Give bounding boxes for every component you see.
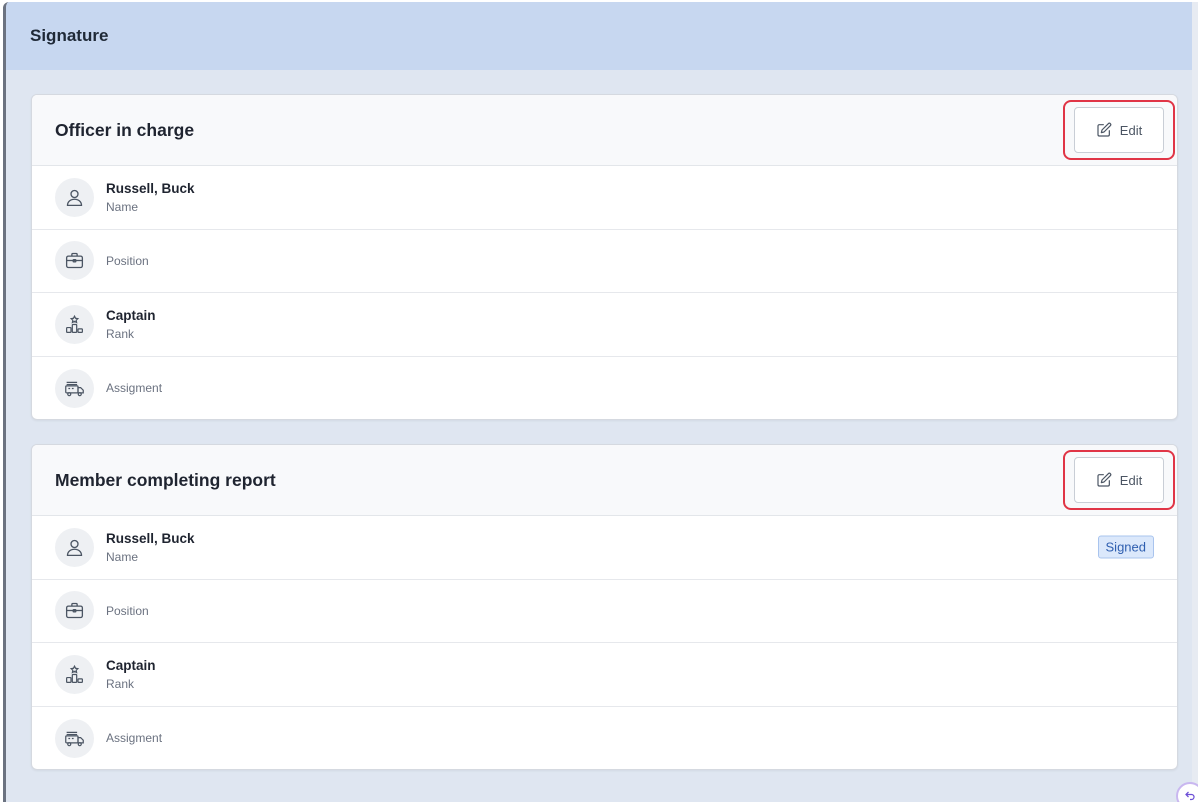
assignment-row: Assigment bbox=[32, 707, 1177, 770]
podium-star-icon bbox=[55, 654, 94, 694]
position-label: Position bbox=[106, 253, 149, 268]
name-row: Russell, Buck Name Signed bbox=[32, 516, 1177, 580]
name-row: Russell, Buck Name bbox=[32, 166, 1177, 230]
rank-value: Captain bbox=[106, 307, 156, 323]
edit-button[interactable]: Edit bbox=[1074, 457, 1164, 503]
rank-row: Captain Rank bbox=[32, 293, 1177, 357]
user-icon bbox=[55, 177, 94, 217]
name-value: Russell, Buck bbox=[106, 180, 195, 196]
screen: Signature Officer in charge Edit Russell… bbox=[0, 0, 1200, 802]
card-header: Member completing report Edit bbox=[32, 445, 1177, 516]
fire-truck-icon bbox=[55, 718, 94, 758]
signature-panel: Signature Officer in charge Edit Russell… bbox=[3, 2, 1198, 802]
officer-in-charge-card: Officer in charge Edit Russell, Buck Nam… bbox=[31, 94, 1178, 420]
assignment-label: Assigment bbox=[106, 731, 163, 746]
member-completing-report-card: Member completing report Edit Russell, B… bbox=[31, 444, 1178, 770]
position-row: Position bbox=[32, 580, 1177, 643]
signed-badge: Signed bbox=[1097, 535, 1154, 559]
scrollbar-track[interactable] bbox=[1192, 2, 1198, 802]
panel-header: Signature bbox=[6, 2, 1198, 70]
fire-truck-icon bbox=[55, 368, 94, 408]
edit-icon bbox=[1097, 122, 1112, 137]
edit-button[interactable]: Edit bbox=[1074, 107, 1164, 153]
name-value: Russell, Buck bbox=[106, 530, 195, 546]
highlight-box: Edit bbox=[1063, 100, 1175, 160]
card-title: Member completing report bbox=[55, 469, 276, 490]
name-label: Name bbox=[106, 549, 139, 564]
podium-star-icon bbox=[55, 304, 94, 344]
position-label: Position bbox=[106, 603, 149, 618]
floating-action-button[interactable] bbox=[1176, 782, 1198, 802]
assignment-row: Assigment bbox=[32, 357, 1177, 420]
name-label: Name bbox=[106, 199, 139, 214]
rank-label: Rank bbox=[106, 676, 135, 691]
briefcase-icon bbox=[55, 591, 94, 631]
rank-label: Rank bbox=[106, 326, 135, 341]
user-icon bbox=[55, 527, 94, 567]
card-header: Officer in charge Edit bbox=[32, 95, 1177, 166]
position-row: Position bbox=[32, 230, 1177, 293]
highlight-box: Edit bbox=[1063, 450, 1175, 510]
edit-button-label: Edit bbox=[1119, 122, 1143, 138]
undo-icon bbox=[1185, 791, 1195, 801]
card-title: Officer in charge bbox=[55, 119, 195, 140]
rank-value: Captain bbox=[106, 657, 156, 673]
edit-icon bbox=[1097, 472, 1112, 487]
edit-button-label: Edit bbox=[1119, 472, 1143, 488]
panel-title: Signature bbox=[30, 26, 109, 45]
rank-row: Captain Rank bbox=[32, 643, 1177, 707]
briefcase-icon bbox=[55, 241, 94, 281]
assignment-label: Assigment bbox=[106, 381, 163, 396]
